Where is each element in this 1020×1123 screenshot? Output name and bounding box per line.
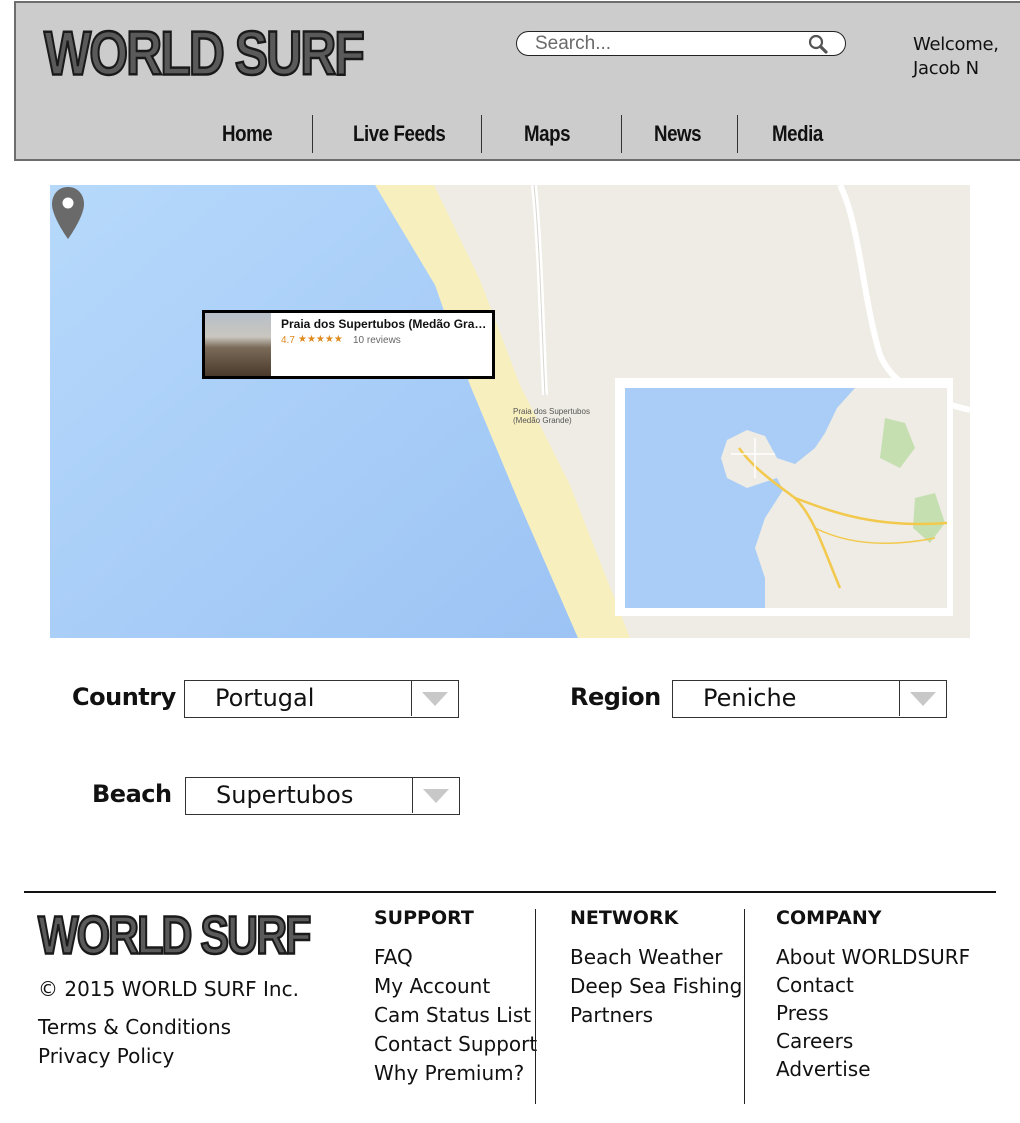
- overview-inset-map[interactable]: [615, 378, 953, 616]
- beach-photo: [205, 313, 271, 376]
- pin-label: Praia dos Supertubos (Medão Grande): [513, 407, 590, 425]
- pin-label-name: Praia dos Supertubos: [513, 407, 590, 416]
- beach-select[interactable]: Supertubos: [185, 777, 460, 815]
- contact-support-link[interactable]: Contact Support: [374, 1032, 537, 1056]
- search-icon[interactable]: [807, 33, 829, 55]
- footer-divider: [24, 891, 996, 893]
- careers-link[interactable]: Careers: [776, 1029, 853, 1053]
- main-nav: Home Live Feeds Maps News Media: [16, 115, 1020, 155]
- region-dropdown-button[interactable]: [899, 681, 946, 716]
- popup-reviews[interactable]: 10 reviews: [353, 335, 401, 346]
- network-heading: NETWORK: [570, 907, 679, 929]
- beach-dropdown-button[interactable]: [412, 778, 459, 813]
- country-dropdown-button[interactable]: [411, 681, 458, 716]
- nav-news[interactable]: News: [654, 117, 702, 151]
- welcome-greeting: Welcome,: [913, 34, 999, 55]
- deep-sea-fishing-link[interactable]: Deep Sea Fishing: [570, 974, 742, 998]
- support-heading: SUPPORT: [374, 907, 474, 929]
- nav-divider: [481, 115, 482, 153]
- popup-stars: ★★★★★: [298, 334, 343, 345]
- nav-home[interactable]: Home: [222, 117, 273, 151]
- nav-divider: [312, 115, 313, 153]
- chevron-down-icon: [422, 692, 448, 706]
- nav-maps[interactable]: Maps: [524, 117, 571, 151]
- beach-weather-link[interactable]: Beach Weather: [570, 945, 723, 969]
- chevron-down-icon: [423, 789, 449, 803]
- region-select-value: Peniche: [703, 684, 797, 712]
- nav-divider: [737, 115, 738, 153]
- site-logo[interactable]: WORLD SURF: [43, 17, 366, 90]
- about-link[interactable]: About WORLDSURF: [776, 945, 970, 969]
- footer-column-divider: [744, 909, 745, 1104]
- beach-select-value: Supertubos: [216, 781, 354, 809]
- footer-column-divider: [535, 909, 536, 1104]
- region-label: Region: [570, 683, 661, 711]
- advertise-link[interactable]: Advertise: [776, 1057, 871, 1081]
- nav-live-feeds[interactable]: Live Feeds: [353, 117, 446, 151]
- nav-divider: [621, 115, 622, 153]
- search-input[interactable]: [535, 34, 795, 53]
- pin-label-subname: (Medão Grande): [513, 416, 572, 425]
- footer-logo[interactable]: WORLD SURF: [37, 905, 312, 968]
- popup-beach-name: Praia dos Supertubos (Medão Grande): [281, 317, 489, 331]
- contact-link[interactable]: Contact: [776, 973, 854, 997]
- country-select-value: Portugal: [215, 684, 315, 712]
- nav-media[interactable]: Media: [772, 117, 823, 151]
- company-heading: COMPANY: [776, 907, 882, 929]
- site-header: WORLD SURF Welcome, Jacob N Home Live Fe…: [14, 1, 1020, 161]
- why-premium-link[interactable]: Why Premium?: [374, 1061, 524, 1085]
- copyright: © 2015 WORLD SURF Inc.: [38, 977, 299, 1001]
- beach-map[interactable]: Praia dos Supertubos (Medão Grande) 4.7 …: [50, 185, 970, 638]
- cam-status-link[interactable]: Cam Status List: [374, 1003, 531, 1027]
- press-link[interactable]: Press: [776, 1001, 829, 1025]
- map-popup[interactable]: Praia dos Supertubos (Medão Grande) 4.7 …: [202, 310, 495, 379]
- chevron-down-icon: [910, 692, 936, 706]
- welcome-message: Welcome, Jacob N: [913, 33, 999, 81]
- faq-link[interactable]: FAQ: [374, 945, 413, 969]
- country-select[interactable]: Portugal: [184, 680, 459, 718]
- user-name[interactable]: Jacob N: [913, 57, 999, 81]
- search-box: [516, 31, 846, 56]
- country-label: Country: [72, 683, 176, 711]
- popup-rating: 4.7: [281, 335, 295, 346]
- beach-label: Beach: [92, 780, 172, 808]
- my-account-link[interactable]: My Account: [374, 974, 490, 998]
- map-pin-icon[interactable]: [50, 185, 86, 241]
- privacy-link[interactable]: Privacy Policy: [38, 1044, 174, 1068]
- region-select[interactable]: Peniche: [672, 680, 947, 718]
- partners-link[interactable]: Partners: [570, 1003, 653, 1027]
- terms-link[interactable]: Terms & Conditions: [38, 1015, 231, 1039]
- inset-map-canvas: [625, 388, 948, 608]
